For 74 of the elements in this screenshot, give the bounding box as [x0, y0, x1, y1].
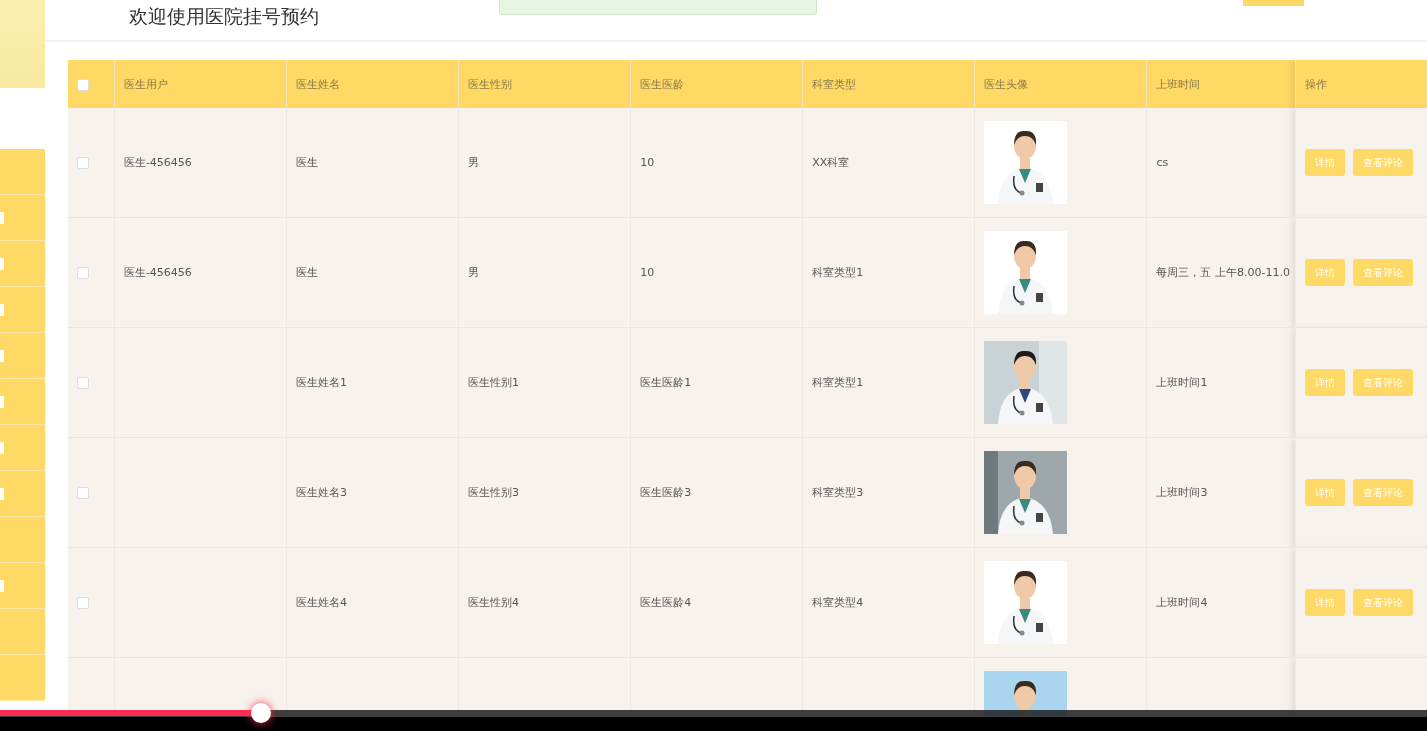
sidebar-item[interactable]	[0, 194, 45, 241]
row-checkbox[interactable]	[77, 597, 89, 609]
table-cell: 医生性别3	[458, 437, 631, 548]
column-header: 医生姓名	[286, 60, 459, 108]
table-cell: 上班时间3	[1146, 437, 1296, 548]
menu-icon	[0, 487, 4, 500]
comments-button[interactable]: 查看评论	[1352, 259, 1413, 286]
sidebar-item[interactable]	[0, 516, 45, 563]
sidebar-item[interactable]	[0, 424, 45, 471]
page-title: 欢迎使用医院挂号预约	[129, 4, 320, 29]
menu-icon	[0, 257, 4, 270]
sidebar-item[interactable]	[0, 148, 45, 195]
row-checkbox[interactable]	[77, 267, 89, 279]
column-header: 上班时间	[1146, 60, 1296, 108]
row-checkbox[interactable]	[77, 157, 89, 169]
table-cell: 医生姓名3	[286, 437, 459, 548]
table-cell: 10	[630, 217, 803, 328]
comments-button[interactable]: 查看评论	[1352, 479, 1413, 506]
table-cell: 医生医龄4	[630, 547, 803, 658]
table-cell: 医生-456456	[114, 217, 287, 328]
sidebar-item[interactable]	[0, 608, 45, 655]
sidebar-item[interactable]	[0, 562, 45, 609]
details-button[interactable]: 详情	[1304, 479, 1345, 506]
table-cell: 医生性别4	[458, 547, 631, 658]
table-cell: 医生	[286, 217, 459, 328]
table-cell: 医生-456456	[114, 108, 287, 218]
table-cell: 男	[458, 108, 631, 218]
menu-icon	[0, 349, 4, 362]
table-cell: 每周三，五 上午8.00-11.0	[1146, 217, 1296, 328]
details-button[interactable]: 详情	[1304, 369, 1345, 396]
sidebar-item[interactable]	[0, 286, 45, 333]
details-button[interactable]: 详情	[1304, 149, 1345, 176]
row-checkbox[interactable]	[77, 487, 89, 499]
table-cell: 医生姓名4	[286, 547, 459, 658]
table-cell: 医生姓名1	[286, 327, 459, 438]
table-cell: 10	[630, 108, 803, 218]
table-cell: 上班时间4	[1146, 547, 1296, 658]
sidebar-item[interactable]	[0, 332, 45, 379]
table-cell: 科室类型4	[802, 547, 975, 658]
row-checkbox[interactable]	[77, 377, 89, 389]
sidebar-item[interactable]	[0, 240, 45, 287]
menu-icon	[0, 303, 4, 316]
details-button[interactable]: 详情	[1304, 589, 1345, 616]
menu-icon	[0, 395, 4, 408]
comments-button[interactable]: 查看评论	[1352, 369, 1413, 396]
menu-icon	[0, 441, 4, 454]
table-cell: 医生医龄3	[630, 437, 803, 548]
column-header: 操作	[1295, 60, 1427, 108]
table-cell: 男	[458, 217, 631, 328]
table-cell: 上班时间1	[1146, 327, 1296, 438]
table-cell: 医生	[286, 108, 459, 218]
column-header: 医生用户	[114, 60, 287, 108]
table-cell: cs	[1146, 108, 1296, 218]
comments-button[interactable]: 查看评论	[1352, 589, 1413, 616]
column-header: 医生性别	[458, 60, 631, 108]
sidebar-item[interactable]	[0, 654, 45, 701]
comments-button[interactable]: 查看评论	[1352, 149, 1413, 176]
table-cell: 科室类型3	[802, 437, 975, 548]
column-header: 医生头像	[974, 60, 1147, 108]
table-cell: 医生性别1	[458, 327, 631, 438]
column-header: 医生医龄	[630, 60, 803, 108]
sidebar-item[interactable]	[0, 470, 45, 517]
menu-icon	[0, 579, 4, 592]
table-cell: XX科室	[802, 108, 975, 218]
menu-icon	[0, 211, 4, 224]
details-button[interactable]: 详情	[1304, 259, 1345, 286]
table-cell: 医生医龄1	[630, 327, 803, 438]
select-all-checkbox[interactable]	[77, 78, 89, 91]
video-progress-bar[interactable]	[0, 701, 1427, 731]
column-header: 科室类型	[802, 60, 975, 108]
table-cell: 科室类型1	[802, 217, 975, 328]
table-cell: 科室类型1	[802, 327, 975, 438]
sidebar-item[interactable]	[0, 378, 45, 425]
user-badge[interactable]	[1243, 0, 1304, 6]
